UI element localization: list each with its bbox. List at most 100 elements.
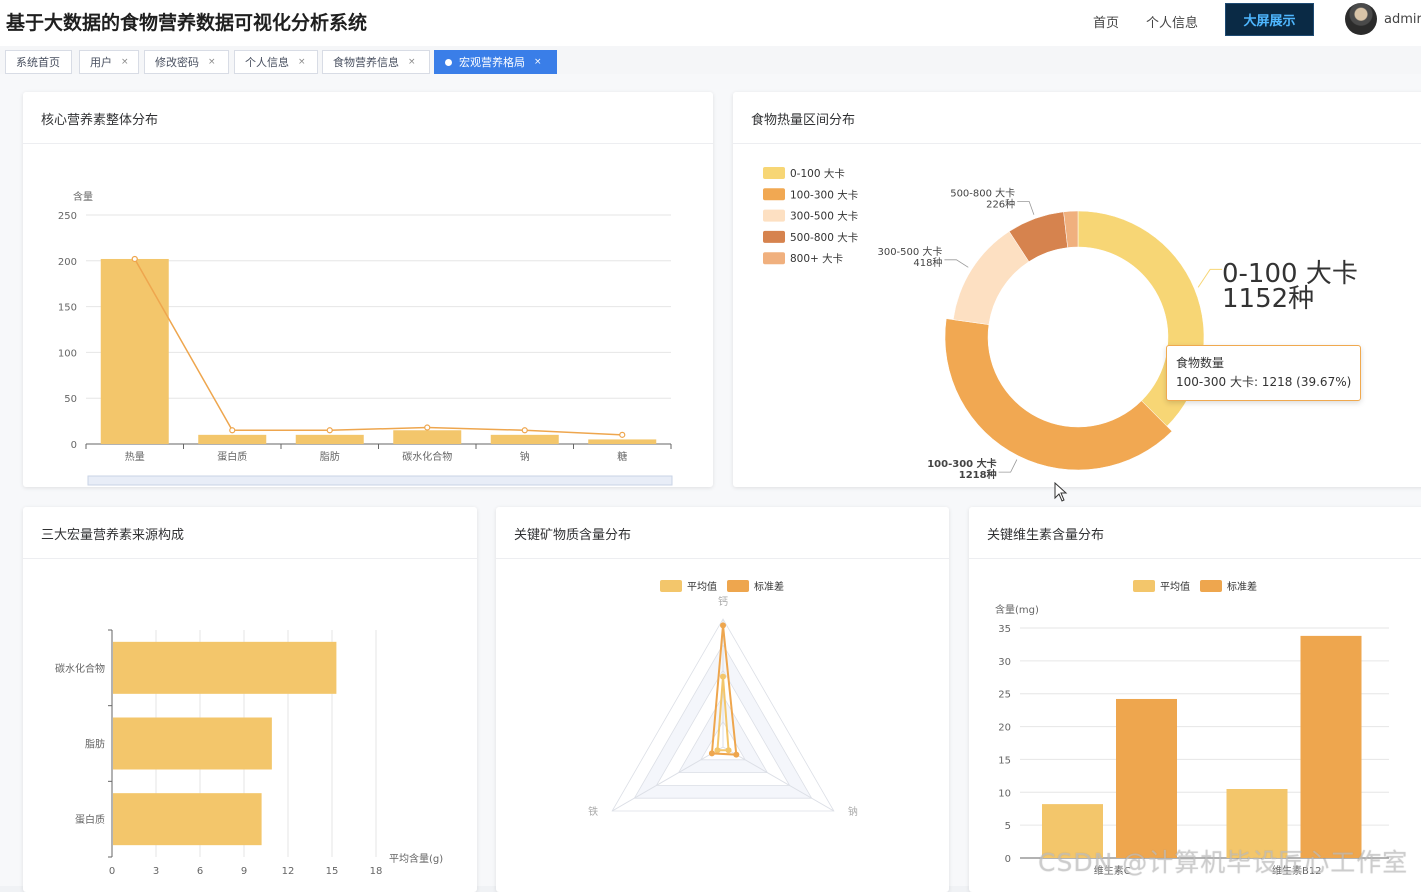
nav-home-link[interactable]: 首页 [1093,12,1119,31]
slice-count-label: 226种 [986,198,1015,211]
legend-swatch [763,230,785,243]
line-point [521,427,528,434]
slice-label: 300-500 大卡 [877,245,942,258]
tab-food-nutrition[interactable]: 食物营养信息 × [322,50,430,74]
radar-point [720,622,726,629]
label-leader-line [998,459,1018,473]
tab-change-password[interactable]: 修改密码 × [144,50,229,74]
legend-label: 平均值 [1160,580,1190,593]
x-tick-label: 15 [326,866,339,877]
nutrients-chart: 含量 0 50 100 150 200 250 热量 蛋白质 脂肪 碳水化合物 钠 糖 [58,190,673,486]
tab-profile[interactable]: 个人信息 × [234,50,318,74]
label-leader-line [1197,268,1223,288]
bar [1226,789,1288,858]
y-tick-label: 25 [998,690,1011,701]
y-tick-label: 0 [1005,854,1011,865]
y-tick-label: 150 [58,303,77,314]
tab-label: 用户 [90,56,112,69]
bar [490,434,559,444]
x-tick-label: 蛋白质 [217,450,247,463]
bar [100,258,169,444]
bar [295,434,364,444]
y-tick-label: 250 [58,211,77,222]
bar [588,439,657,444]
radar-point [708,750,715,757]
big-screen-button[interactable]: 大屏展示 [1225,3,1314,36]
y-tick-label: 20 [998,723,1011,734]
bar [113,793,262,846]
y-tick-label: 5 [1005,821,1011,832]
emphasis-count: 1152种 [1222,284,1314,314]
chart-tooltip: 食物数量 100-300 大卡: 1218 (39.67%) [1166,345,1362,401]
radar-indicator-label: 钠 [848,805,858,818]
bar [113,641,337,694]
y-tick-label: 碳水化合物 [55,662,105,675]
tab-label: 修改密码 [155,56,199,69]
y-tick-label: 0 [71,440,77,451]
y-tick-label: 35 [998,624,1011,635]
app-title: 基于大数据的食物营养数据可视化分析系统 [6,12,368,34]
mouse-cursor-icon [1054,482,1068,502]
username-label[interactable]: admir [1384,12,1421,27]
radar-point [725,747,732,754]
close-icon[interactable]: × [408,57,416,67]
legend-swatch [727,580,749,592]
radar-point [714,747,721,754]
bar [1116,698,1177,858]
x-tick-label: 碳水化合物 [402,450,452,463]
legend-swatch [763,252,785,265]
radar-point [720,673,726,680]
y-tick-label: 脂肪 [85,738,105,751]
bar [113,717,272,770]
legend-label: 平均值 [687,580,717,593]
y-tick-label: 15 [998,755,1011,766]
legend-label: 0-100 大卡 [790,167,845,180]
tabs-bar: 系统首页 用户 × 修改密码 × 个人信息 × 食物营养信息 × 宏观营养格局 … [0,46,1421,75]
donut-slice [952,231,1030,325]
slice-count-label: 1218种 [959,468,997,481]
legend-swatch [1133,580,1155,592]
minerals-card: 关键矿物质含量分布 平均值 标准差钙钠铁 [496,507,949,892]
tooltip-title: 食物数量 [1176,356,1225,370]
top-bar: 基于大数据的食物营养数据可视化分析系统 首页 个人信息 大屏展示 admir [0,0,1421,46]
tab-home[interactable]: 系统首页 [5,50,72,74]
close-icon[interactable]: × [298,57,306,67]
vitamins-card: 关键维生素含量分布 平均值 标准差 含量(mg) 0 5 10 15 20 25 30 35 维生素C… [969,507,1421,892]
legend-swatch [763,209,785,222]
y-tick-label: 10 [998,788,1011,799]
legend-swatch [763,188,785,201]
x-tick-label: 维生素B12 [1272,864,1322,877]
bar [1042,804,1103,858]
legend-label: 500-800 大卡 [790,231,858,244]
close-icon[interactable]: × [534,57,542,67]
nav-profile-link[interactable]: 个人信息 [1146,12,1198,31]
macro-chart: 0 3 6 9 12 15 18 碳水化合物脂肪蛋白质平均含量(g) [55,629,443,877]
x-tick-label: 糖 [617,450,627,463]
user-avatar[interactable] [1345,3,1377,35]
x-tick-label: 热量 [125,450,145,463]
bar [1300,635,1362,858]
close-icon[interactable]: × [121,57,129,67]
x-tick-label: 9 [241,866,247,877]
radar-point [733,751,740,758]
donut-slice [944,318,1173,471]
legend-swatch [1200,580,1222,592]
datazoom-slider [87,475,673,486]
y-axis-label: 含量 [73,190,93,203]
vitamins-chart: 平均值 标准差含量(mg) 0 5 10 15 20 25 30 35 维生素C 维生素B12 [995,580,1389,877]
slice-label: 100-300 大卡 [927,457,996,470]
tab-label: 食物营养信息 [333,56,399,69]
legend-swatch [763,167,785,179]
legend-label: 标准差 [754,580,784,593]
y-tick-label: 100 [58,348,77,359]
close-icon[interactable]: × [208,57,216,67]
slice-label: 500-800 大卡 [950,187,1015,200]
bar [393,430,462,444]
macro-card: 三大宏量营养素来源构成 0 3 6 9 12 15 18 碳水化合物 脂肪 蛋白质 平均含量(g) [23,507,477,892]
x-tick-label: 维生素C [1094,864,1131,877]
y-tick-label: 蛋白质 [75,813,105,826]
tab-users[interactable]: 用户 × [79,50,139,74]
tab-macro-nutrition[interactable]: 宏观营养格局 × [434,50,557,74]
radar-indicator-label: 钙 [718,595,728,608]
active-dot-icon [445,58,452,66]
